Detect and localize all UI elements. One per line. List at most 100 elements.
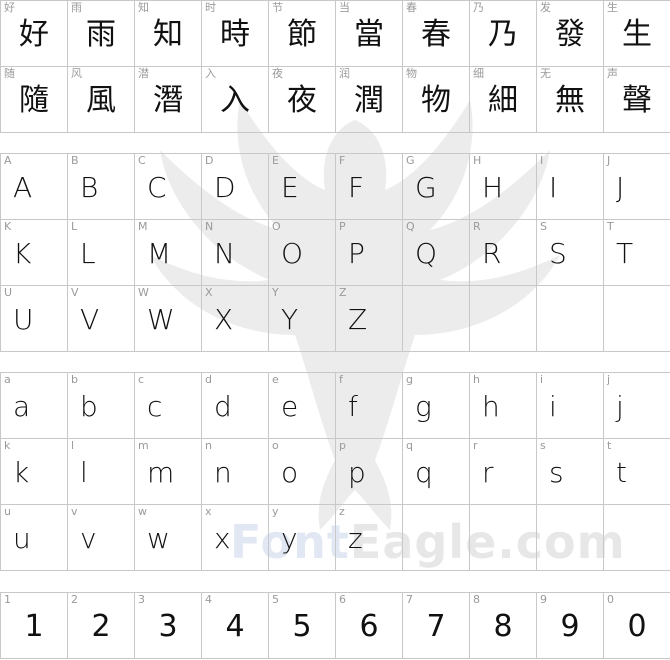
- empty-cell: [604, 286, 670, 352]
- glyph-cell: HH: [470, 154, 537, 220]
- glyph-label: 1: [4, 593, 11, 606]
- glyph-cell: UU: [1, 286, 68, 352]
- glyph-label: F: [339, 154, 346, 167]
- glyph-label: q: [406, 439, 413, 452]
- glyph-cell: XX: [202, 286, 269, 352]
- glyph-label: c: [138, 373, 145, 386]
- glyph-cell: 知知: [135, 1, 202, 67]
- glyph-cell: CC: [135, 154, 202, 220]
- glyph-label: 2: [71, 593, 78, 606]
- glyph-sample: 發: [555, 17, 585, 52]
- glyph-cell: xx: [202, 505, 269, 571]
- glyph-label: K: [4, 220, 12, 233]
- glyph-sample: M: [147, 237, 172, 270]
- glyph-cell: 雨雨: [68, 1, 135, 67]
- glyph-sample: O: [281, 237, 304, 270]
- glyph-label: E: [272, 154, 279, 167]
- glyph-label: a: [4, 373, 11, 386]
- glyph-label: 6: [339, 593, 346, 606]
- glyph-sample: e: [281, 390, 299, 423]
- glyph-cell: 88: [470, 593, 537, 659]
- glyph-label: 好: [4, 1, 15, 14]
- glyph-label: z: [339, 505, 345, 518]
- glyph-cell: 77: [403, 593, 470, 659]
- glyph-sample: l: [80, 456, 88, 489]
- glyph-sample: 乃: [488, 17, 518, 52]
- glyph-cell: zz: [336, 505, 403, 571]
- glyph-label: w: [138, 505, 147, 518]
- glyph-cell: VV: [68, 286, 135, 352]
- glyph-label: S: [540, 220, 547, 233]
- glyph-sample: J: [616, 171, 625, 204]
- glyph-label: h: [473, 373, 480, 386]
- glyph-label: 细: [473, 67, 484, 80]
- glyph-cell: II: [537, 154, 604, 220]
- glyph-cell: 生生: [604, 1, 670, 67]
- glyph-cell: EE: [269, 154, 336, 220]
- glyph-cell: mm: [135, 439, 202, 505]
- glyph-cell: 发發: [537, 1, 604, 67]
- glyph-cell: 44: [202, 593, 269, 659]
- glyph-sample: R: [482, 237, 502, 270]
- glyph-sample: 風: [86, 83, 116, 118]
- glyph-sample: 時: [220, 17, 250, 52]
- glyph-label: 生: [607, 1, 618, 14]
- glyph-cell: 随隨: [1, 67, 68, 133]
- glyph-sample: 當: [354, 17, 384, 52]
- glyph-cell: 春春: [403, 1, 470, 67]
- glyph-sample: 2: [91, 609, 111, 644]
- glyph-label: k: [4, 439, 11, 452]
- glyph-label: o: [272, 439, 279, 452]
- glyph-cell: 潜潛: [135, 67, 202, 133]
- glyph-label: t: [607, 439, 612, 452]
- glyph-sample: K: [13, 237, 32, 270]
- glyph-label: 入: [205, 67, 216, 80]
- glyph-label: u: [4, 505, 11, 518]
- glyph-cell: 无無: [537, 67, 604, 133]
- glyph-cell: 细細: [470, 67, 537, 133]
- glyph-sample: g: [415, 390, 432, 423]
- empty-cell: [470, 286, 537, 352]
- glyph-sample: B: [80, 171, 99, 204]
- glyph-label: 物: [406, 67, 417, 80]
- glyph-label: 乃: [473, 1, 484, 14]
- glyph-sample: 細: [488, 83, 518, 118]
- glyph-label: H: [473, 154, 482, 167]
- glyph-label: R: [473, 220, 481, 233]
- glyph-sample: 生: [622, 17, 652, 52]
- glyph-sample: x: [214, 522, 231, 555]
- glyph-cell: vv: [68, 505, 135, 571]
- empty-cell: [470, 505, 537, 571]
- glyph-label: 夜: [272, 67, 283, 80]
- glyph-sample: a: [13, 390, 31, 423]
- glyph-label: 3: [138, 593, 145, 606]
- glyph-sample: Y: [281, 303, 299, 336]
- glyph-sample: 5: [292, 609, 312, 644]
- glyph-cell: dd: [202, 373, 269, 439]
- glyph-cell: rr: [470, 439, 537, 505]
- glyph-cell: 节節: [269, 1, 336, 67]
- glyph-label: l: [71, 439, 75, 452]
- glyph-cell: ee: [269, 373, 336, 439]
- glyph-label: O: [272, 220, 281, 233]
- glyph-label: d: [205, 373, 212, 386]
- glyph-cell: oo: [269, 439, 336, 505]
- glyph-sample: I: [549, 171, 558, 204]
- glyph-cell: QQ: [403, 220, 470, 286]
- glyph-sample: 3: [158, 609, 178, 644]
- glyph-sample: 1: [24, 609, 44, 644]
- glyph-cell: ss: [537, 439, 604, 505]
- glyph-sample: u: [13, 522, 31, 555]
- glyph-cell: ZZ: [336, 286, 403, 352]
- glyph-cell: 乃乃: [470, 1, 537, 67]
- glyph-cell: MM: [135, 220, 202, 286]
- glyph-label: 9: [540, 593, 547, 606]
- glyph-label: 5: [272, 593, 279, 606]
- glyph-sample: V: [80, 303, 100, 336]
- glyph-label: 润: [339, 67, 350, 80]
- glyph-label: g: [406, 373, 413, 386]
- digits-grid: 11 22 33 44 55 66 77 88 99 00: [0, 592, 670, 659]
- glyph-cell: 声聲: [604, 67, 670, 133]
- glyph-sample: q: [415, 456, 433, 489]
- glyph-sample: G: [415, 171, 437, 204]
